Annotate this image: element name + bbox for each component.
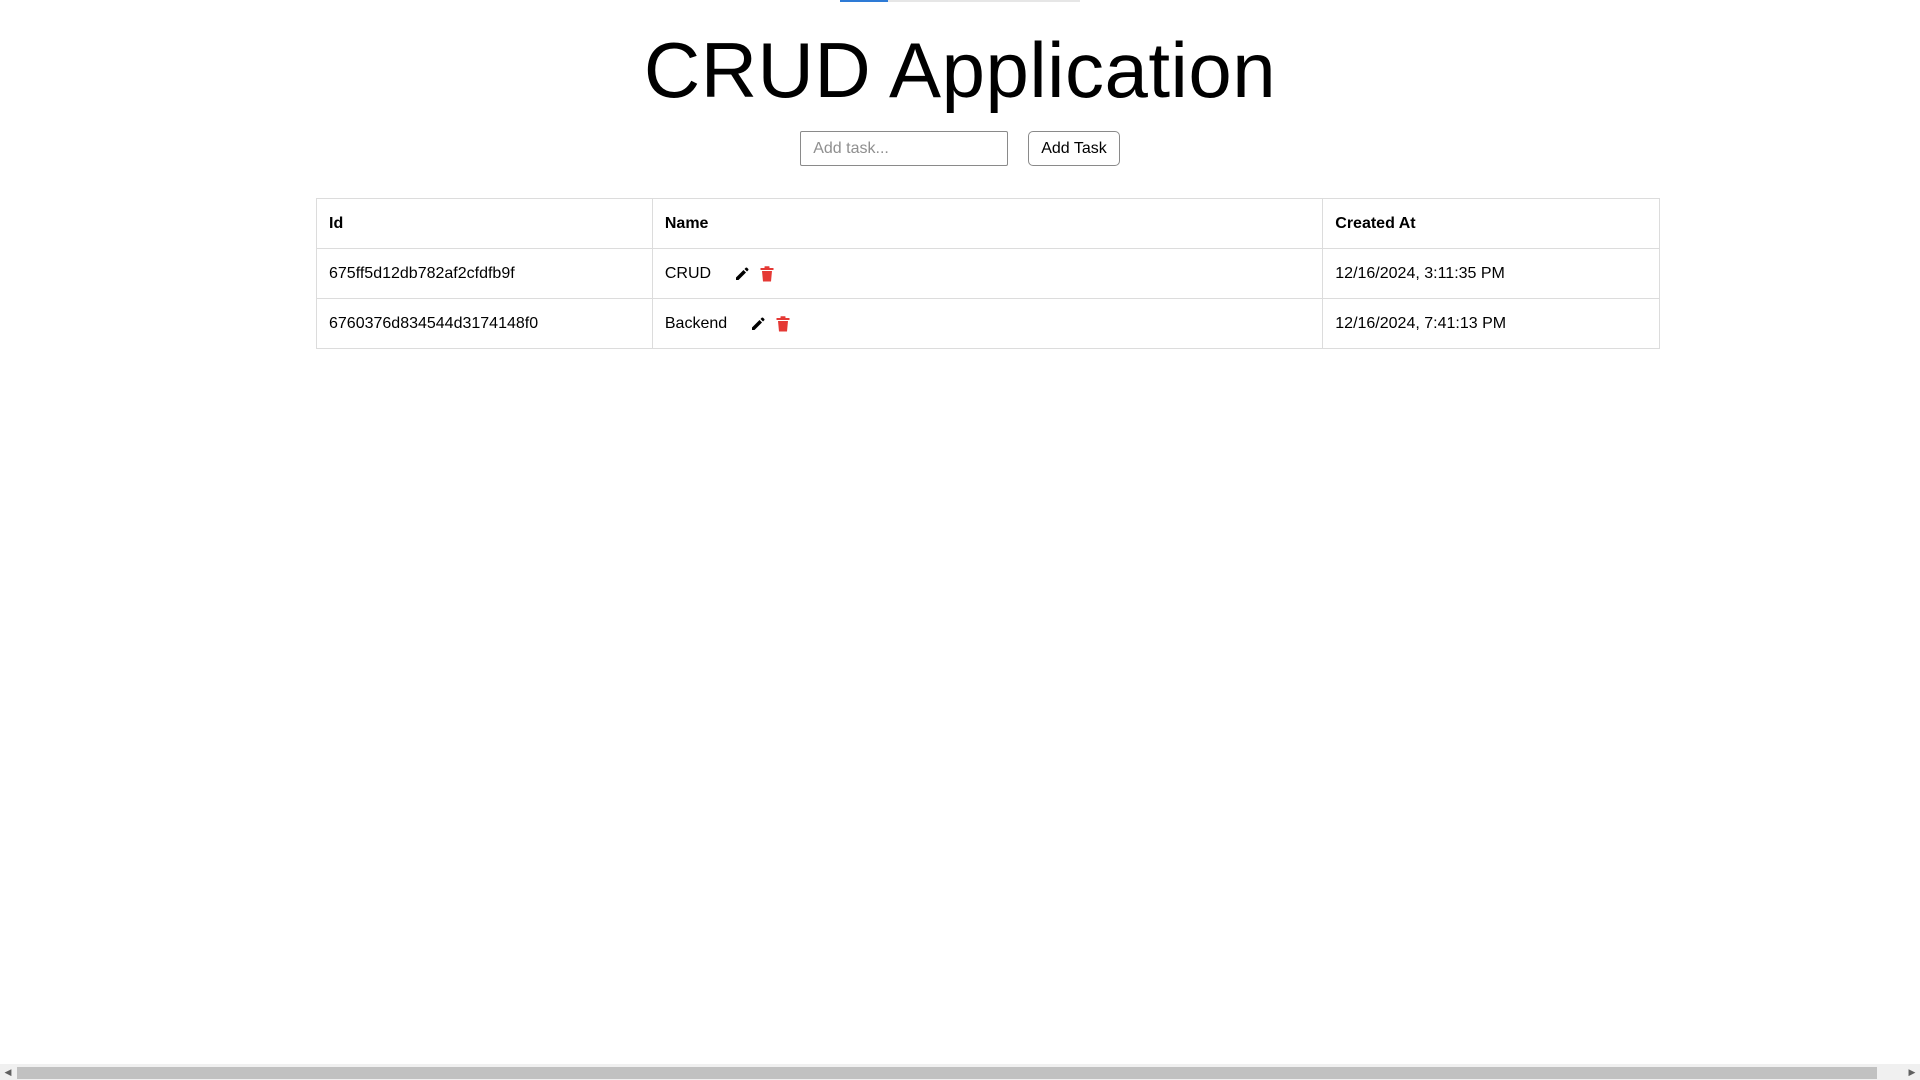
scroll-right-icon[interactable]: ▶ — [1904, 1064, 1920, 1080]
table-row: 6760376d834544d3174148f0 Backend 12/16/2… — [316, 298, 1660, 349]
table-header-row: Id Name Created At — [316, 198, 1660, 249]
column-header-id: Id — [316, 198, 653, 249]
column-header-created-at: Created At — [1322, 198, 1660, 249]
page-title: CRUD Application — [643, 26, 1277, 114]
task-name: CRUD — [664, 264, 712, 282]
task-input[interactable] — [800, 131, 1009, 166]
task-name-cell: Backend — [651, 298, 1324, 349]
top-loading-bar-fill — [840, 0, 888, 2]
task-id-cell: 6760376d834544d3174148f0 — [316, 298, 653, 349]
scroll-left-icon[interactable]: ◀ — [0, 1064, 16, 1080]
task-name-cell: CRUD — [651, 248, 1324, 299]
column-header-name: Name — [651, 198, 1324, 249]
trash-icon[interactable] — [772, 313, 794, 335]
trash-icon[interactable] — [756, 263, 778, 285]
task-name: Backend — [664, 314, 728, 332]
add-task-button[interactable]: Add Task — [1028, 131, 1120, 166]
task-id-cell: 675ff5d12db782af2cfdfb9f — [316, 248, 653, 299]
tasks-table: Id Name Created At 675ff5d12db782af2cfdf… — [316, 198, 1660, 349]
task-created-at-cell: 12/16/2024, 7:41:13 PM — [1322, 298, 1660, 349]
pencil-icon[interactable] — [747, 313, 769, 335]
add-task-form: Add Task — [0, 131, 1920, 166]
scrollbar-thumb[interactable] — [17, 1067, 1877, 1079]
table-row: 675ff5d12db782af2cfdfb9f CRUD 12/16/2024… — [316, 248, 1660, 299]
horizontal-scrollbar[interactable]: ◀ ▶ — [0, 1064, 1920, 1080]
task-created-at-cell: 12/16/2024, 3:11:35 PM — [1322, 248, 1660, 299]
top-loading-bar — [840, 0, 1080, 2]
pencil-icon[interactable] — [731, 263, 753, 285]
